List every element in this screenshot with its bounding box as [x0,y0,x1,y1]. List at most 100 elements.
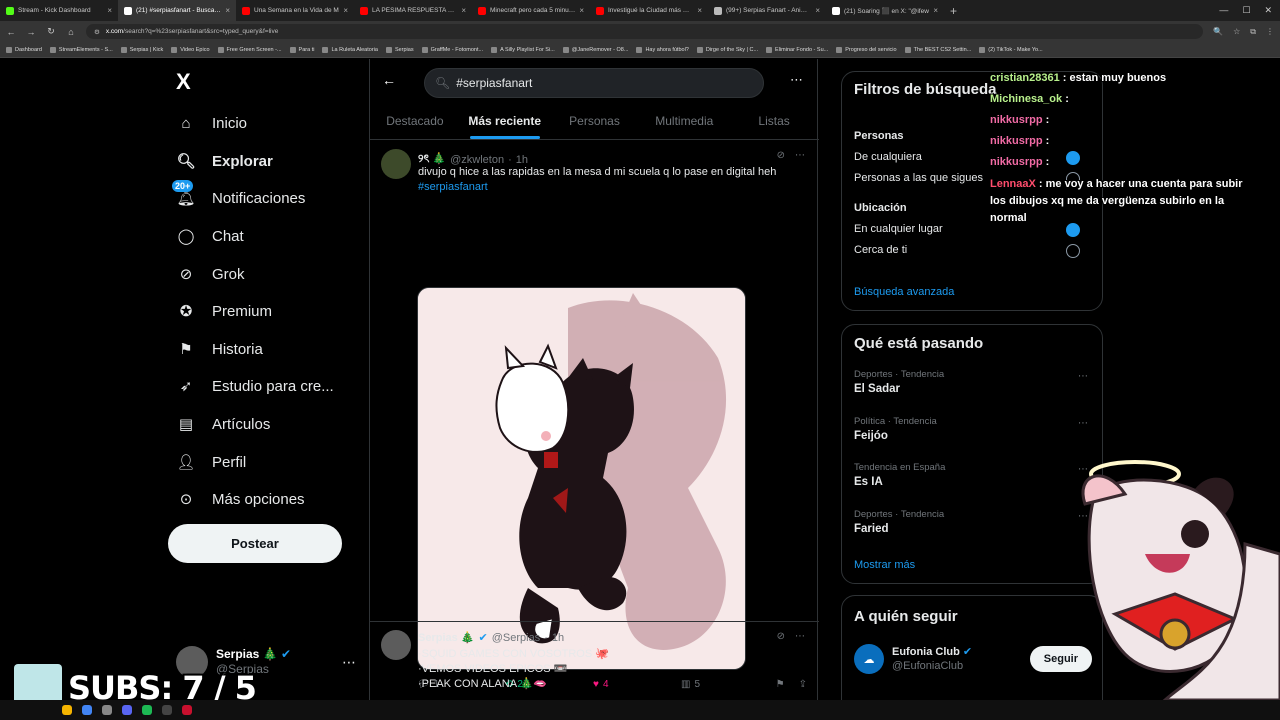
bookmark-item[interactable]: StreamElements - S... [49,46,113,53]
more-icon[interactable]: ⋯ [795,631,805,642]
close-tab-icon[interactable]: × [225,6,230,15]
trend-item[interactable]: El Sadar [854,383,900,395]
browser-tab[interactable]: Minecraft pero cada 5 minutos × [472,0,590,21]
minimize-icon[interactable]: — [1219,5,1228,16]
show-more-link[interactable]: Mostrar más [854,559,915,571]
bookmark-item[interactable]: Para ti [289,46,314,53]
tweet-time[interactable]: 1h [516,154,528,166]
trend-item[interactable]: Es IA [854,476,883,488]
trend-item[interactable]: Feijóo [854,430,888,442]
browser-tab[interactable]: Stream - Kick Dashboard × [0,0,118,21]
new-tab-icon[interactable]: + [944,4,963,18]
bookmark-star-icon[interactable]: ☆ [1233,27,1240,37]
hashtag-link[interactable]: #serpiasfanart [418,180,798,195]
bookmark-item[interactable]: Dirge of the Sky | C... [696,46,758,53]
tweet-author-handle[interactable]: @Serpias [492,632,540,644]
bookmark-item[interactable]: Serpias [385,46,414,53]
bookmark-item[interactable]: Dashboard [6,46,42,53]
post-button[interactable]: Postear [168,524,342,563]
bookmark-item[interactable]: GraffMe - Fotomont... [421,46,483,53]
app-icon[interactable] [102,705,112,715]
back-arrow-icon[interactable]: ← [382,72,396,88]
nav-item-person[interactable]: 👤︎ Perfil [176,447,246,477]
avatar[interactable] [381,149,411,179]
site-info-icon[interactable]: ⚙ [94,28,100,36]
more-icon[interactable]: ⋯ [1078,418,1088,429]
search-options-icon[interactable]: ⋯ [790,72,803,88]
more-icon[interactable]: ⋯ [342,654,356,671]
app-icon[interactable] [182,705,192,715]
bookmark-item[interactable]: Video Epico [171,46,210,53]
nav-item-premium[interactable]: ✪ Premium [176,296,272,326]
grok-icon[interactable]: ⊘ [777,150,785,161]
browser-tab[interactable]: Investigué la Ciudad más Obe × [590,0,708,21]
close-tab-icon[interactable]: × [697,6,702,15]
reload-icon[interactable]: ↻ [46,26,56,37]
tweet[interactable]: ୨ৎ 🎄 @zkwleton · 1h ⊘ ⋯ divujo q hice a … [370,141,819,690]
bookmark-item[interactable]: La Ruleta Aleatoria [322,46,378,53]
nav-item-bell[interactable]: 🔔︎ 20+ Notificaciones [172,180,305,213]
nav-item-grok[interactable]: ⊘ Grok [176,259,245,289]
url-input[interactable]: ⚙ x.com/search?q=%23serpiasfanart&src=ty… [86,24,1204,39]
follow-suggestion[interactable]: ☁ Eufonia Club ✔ @EufoniaClub Seguir [854,642,1092,676]
nav-item-chat[interactable]: ◯ Chat [176,221,244,251]
avatar[interactable] [381,630,411,660]
close-tab-icon[interactable]: × [815,6,820,15]
nav-item-home[interactable]: ⌂ Inicio [176,108,247,138]
obs-icon[interactable] [162,705,172,715]
spotify-icon[interactable] [142,705,152,715]
close-tab-icon[interactable]: × [933,6,938,15]
close-tab-icon[interactable]: × [343,6,348,15]
tweet-author-handle[interactable]: @zkwleton [450,154,504,166]
home-icon[interactable]: ⌂ [66,27,76,37]
nav-item-more-circle[interactable]: ⊙ Más opciones [176,484,305,514]
browser-tab[interactable]: LA PÉSIMA RESPUESTA DE JWU × [354,0,472,21]
chrome-icon[interactable] [82,705,92,715]
browser-menu-icon[interactable]: ⋮ [1266,27,1274,37]
advanced-search-link[interactable]: Búsqueda avanzada [854,286,954,298]
nav-item-article[interactable]: ▤ Artículos [176,409,270,439]
browser-tab[interactable]: (21) Soaring ⬛ en X: "@ifew × [826,0,944,21]
bookmark-item[interactable]: The BEST CS2 Settin... [904,46,971,53]
close-tab-icon[interactable]: × [107,6,112,15]
avatar[interactable]: ☁ [854,644,884,674]
bookmark-item[interactable]: Serpias | Kick [120,46,163,53]
bookmark-item[interactable]: Hay ahora fútbol? [636,46,689,53]
browser-tab[interactable]: (21) #serpiasfanart - Buscar / X × [118,0,236,21]
extensions-icon[interactable]: ⧉ [1250,27,1256,37]
bookmark-item[interactable]: @JaneRemover - O8... [562,46,628,53]
tab-personas[interactable]: Personas [550,107,640,139]
x-logo[interactable]: X [176,71,198,93]
tweet[interactable]: Serpias 🎄 ✔ @Serpias · 1h ⊘ ⋯ ·SQUID GAM… [370,622,819,700]
tweet-time[interactable]: 1h [552,632,564,644]
nav-item-bookmark[interactable]: ⚑ Historia [176,334,263,364]
close-tab-icon[interactable]: × [461,6,466,15]
maximize-icon[interactable]: ☐ [1242,5,1250,16]
bookmark-item[interactable]: Progreso del servicio [836,46,897,53]
browser-tab[interactable]: Una Semana en la Vida de M × [236,0,354,21]
radio-unselected[interactable] [1066,244,1080,258]
tab-más-reciente[interactable]: Más reciente [460,107,550,139]
bookmark-item[interactable]: A Silly Playlist For Si... [491,46,555,53]
browser-tab[interactable]: (99+) Serpias Fanart - Anime St × [708,0,826,21]
bookmark-item[interactable]: (2) TikTok - Make Yo... [979,46,1043,53]
back-icon[interactable]: ← [6,27,16,37]
forward-icon[interactable]: → [26,27,36,37]
tab-multimedia[interactable]: Multimedia [639,107,729,139]
nav-item-search[interactable]: 🔍︎ Explorar [176,146,272,176]
grok-icon[interactable]: ⊘ [777,631,785,642]
folder-icon[interactable] [62,705,72,715]
tweet-image[interactable] [417,287,746,670]
nav-item-rocket[interactable]: ➶ Estudio para cre... [176,371,334,401]
filter-option-near-you[interactable]: Cerca de ti [854,244,1092,258]
tweet-author-name[interactable]: Serpias 🎄 [418,631,475,644]
discord-icon[interactable] [122,705,132,715]
bookmark-item[interactable]: Free Green Screen -... [217,46,282,53]
bookmark-item[interactable]: Eliminar Fondo - Su... [766,46,828,53]
more-icon[interactable]: ⋯ [795,150,805,161]
tab-destacado[interactable]: Destacado [370,107,460,139]
zoom-icon[interactable]: 🔍 [1213,27,1223,37]
tab-listas[interactable]: Listas [729,107,819,139]
search-input[interactable]: 🔍︎ #serpiasfanart [424,68,764,98]
close-tab-icon[interactable]: × [579,6,584,15]
